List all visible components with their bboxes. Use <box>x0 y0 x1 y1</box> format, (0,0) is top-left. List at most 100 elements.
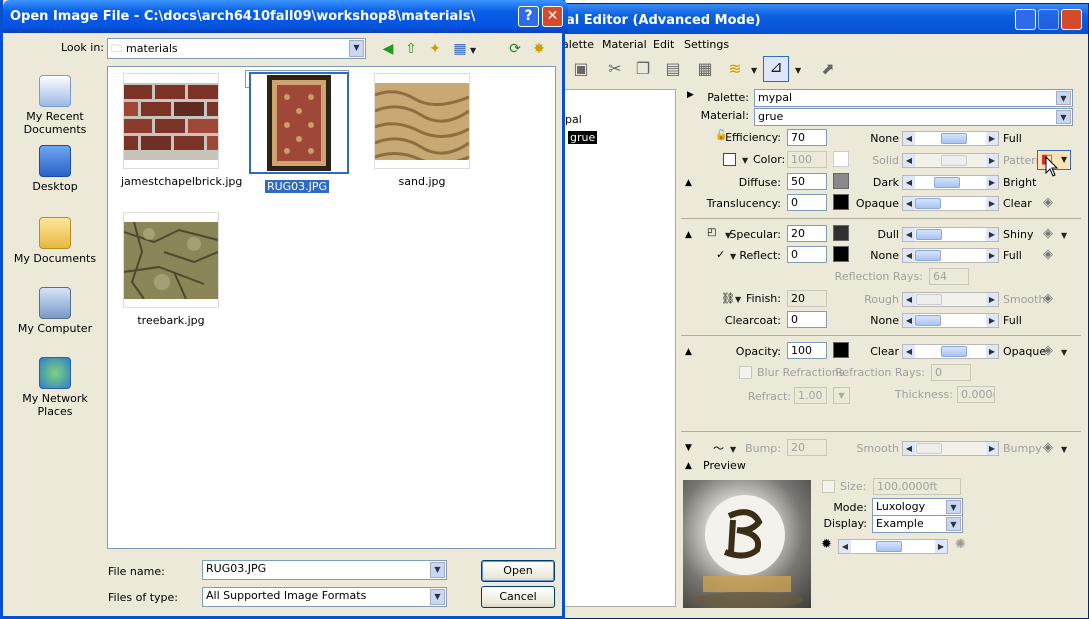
clearcoat-slider[interactable]: ◀ ▶ <box>902 313 999 328</box>
color-slider[interactable]: ◀ ▶ <box>902 153 999 168</box>
slider-thumb[interactable] <box>916 294 943 305</box>
opacity-swatch[interactable] <box>833 342 849 358</box>
size-checkbox[interactable] <box>822 480 835 493</box>
opacity-slider[interactable]: ◀ ▶ <box>902 344 999 359</box>
map-cube-icon[interactable]: ◈ <box>1040 226 1056 242</box>
menu-palette[interactable]: alette <box>562 38 594 51</box>
file-type-select[interactable]: All Supported Image Formats ▼ <box>202 587 447 607</box>
reflect-input[interactable]: 0 <box>787 246 827 263</box>
chevron-left-icon[interactable]: ◀ <box>903 154 915 167</box>
material-select[interactable]: grue ▼ <box>754 108 1073 126</box>
chevron-right-icon[interactable]: ▶ <box>986 293 998 306</box>
chevron-down-icon[interactable]: ▼ <box>751 66 757 75</box>
chevron-left-icon[interactable]: ◀ <box>903 197 915 210</box>
specular-swatch[interactable] <box>833 225 849 241</box>
close-button[interactable]: ✕ <box>542 6 563 27</box>
color-checkbox[interactable] <box>723 153 736 166</box>
refraction-rays-input[interactable]: 0 <box>931 364 971 381</box>
efficiency-input[interactable]: 70 <box>787 129 827 146</box>
slider-thumb[interactable] <box>941 133 968 144</box>
diffuse-swatch[interactable] <box>833 173 849 189</box>
mode-select[interactable]: Luxology ▼ <box>872 498 963 516</box>
menu-material[interactable]: Material <box>602 38 647 51</box>
place-my-computer[interactable]: My Computer <box>9 287 101 335</box>
expand-triangle-icon[interactable]: ▼ <box>685 443 692 453</box>
bump-wave-icon[interactable]: 〜 <box>713 440 724 456</box>
save-icon[interactable]: ▣ <box>571 59 591 79</box>
expand-triangle-icon[interactable]: ▶ <box>687 90 694 100</box>
favorite-folder-icon[interactable]: ✸ <box>530 40 548 58</box>
color-swatch[interactable] <box>833 151 849 167</box>
chevron-left-icon[interactable]: ◀ <box>903 442 915 455</box>
chevron-right-icon[interactable]: ▶ <box>986 345 998 358</box>
open-button[interactable]: Open <box>481 560 555 582</box>
palette-select[interactable]: mypal ▼ <box>754 89 1073 107</box>
minimize-button[interactable] <box>1015 9 1036 30</box>
clearcoat-input[interactable]: 0 <box>787 311 827 328</box>
map-cube-icon[interactable]: ◈ <box>1040 343 1056 359</box>
slider-thumb[interactable] <box>933 177 960 188</box>
slider-thumb[interactable] <box>916 229 943 240</box>
reflection-rays-input[interactable]: 64 <box>929 268 969 285</box>
paste-special-icon[interactable]: ▦ <box>695 59 715 79</box>
specular-input[interactable]: 20 <box>787 225 827 242</box>
light-slider[interactable]: ◀ ▶ <box>838 539 948 554</box>
chevron-down-icon[interactable]: ▼ <box>1061 445 1067 454</box>
blur-refractions-checkbox[interactable] <box>739 366 752 379</box>
chevron-down-icon[interactable]: ▼ <box>470 46 476 55</box>
collapse-triangle-icon[interactable]: ▲ <box>685 347 692 357</box>
chevron-down-icon[interactable]: ▼ <box>730 445 736 454</box>
map-cube-icon[interactable]: ◈ <box>1040 247 1056 263</box>
collapse-triangle-icon[interactable]: ▲ <box>685 461 692 471</box>
efficiency-slider[interactable]: ◀ ▶ <box>902 131 999 146</box>
chevron-right-icon[interactable]: ▶ <box>986 442 998 455</box>
reflect-slider[interactable]: ◀ ▶ <box>902 248 999 263</box>
chevron-left-icon[interactable]: ◀ <box>839 540 851 553</box>
map-cube-icon[interactable]: ◈ <box>1040 440 1056 456</box>
place-my-documents[interactable]: My Documents <box>9 217 101 265</box>
assign-material-icon[interactable]: ⊿ <box>763 56 789 82</box>
chevron-right-icon[interactable]: ▶ <box>935 540 947 553</box>
chevron-right-icon[interactable]: ▶ <box>986 228 998 241</box>
maximize-button[interactable] <box>1038 9 1059 30</box>
file-item[interactable]: treebark.jpg <box>119 212 223 327</box>
back-icon[interactable]: ◀ <box>379 40 397 58</box>
refresh-icon[interactable]: ⟳ <box>506 40 524 58</box>
reflect-swatch[interactable] <box>833 246 849 262</box>
bump-slider[interactable]: ◀ ▶ <box>902 441 999 456</box>
file-item[interactable]: sand.jpg <box>370 73 474 188</box>
finish-slider[interactable]: ◀ ▶ <box>902 292 999 307</box>
color-input[interactable]: 100 <box>787 151 827 168</box>
collapse-triangle-icon[interactable]: ▲ <box>685 178 692 188</box>
chevron-right-icon[interactable]: ▶ <box>986 197 998 210</box>
chevron-down-icon[interactable]: ▼ <box>1061 348 1067 357</box>
file-item-selected[interactable]: RUG03.JPG <box>245 70 349 193</box>
menu-edit[interactable]: Edit <box>653 38 674 51</box>
translucency-input[interactable]: 0 <box>787 194 827 211</box>
slider-thumb[interactable] <box>875 541 902 552</box>
collapse-triangle-icon[interactable]: ▲ <box>685 230 692 240</box>
chevron-right-icon[interactable]: ▶ <box>986 249 998 262</box>
file-item[interactable]: jamestchapelbrick.jpg <box>119 73 242 188</box>
finish-input[interactable]: 20 <box>787 290 827 307</box>
slider-thumb[interactable] <box>941 155 968 166</box>
copy-icon[interactable]: ❐ <box>633 59 653 79</box>
chevron-down-icon[interactable]: ▼ <box>742 156 748 165</box>
refract-input[interactable]: 1.00 <box>794 387 827 404</box>
chevron-left-icon[interactable]: ◀ <box>903 345 915 358</box>
map-cube-icon[interactable]: ◈ <box>1040 195 1056 211</box>
chevron-right-icon[interactable]: ▶ <box>986 132 998 145</box>
chevron-left-icon[interactable]: ◀ <box>903 293 915 306</box>
chevron-left-icon[interactable]: ◀ <box>903 176 915 189</box>
chevron-left-icon[interactable]: ◀ <box>903 249 915 262</box>
slider-thumb[interactable] <box>941 346 968 357</box>
translucency-slider[interactable]: ◀ ▶ <box>902 196 999 211</box>
tree-material-item[interactable]: grue <box>568 131 598 144</box>
up-folder-icon[interactable]: ⇧ <box>402 40 420 58</box>
tree-palette-item[interactable]: pal <box>565 113 582 126</box>
specular-slider[interactable]: ◀ ▶ <box>902 227 999 242</box>
opacity-input[interactable]: 100 <box>787 342 827 359</box>
diffuse-input[interactable]: 50 <box>787 173 827 190</box>
map-cube-icon[interactable]: ◈ <box>1040 291 1056 307</box>
specular-cube-icon[interactable]: ◰ <box>707 227 716 238</box>
